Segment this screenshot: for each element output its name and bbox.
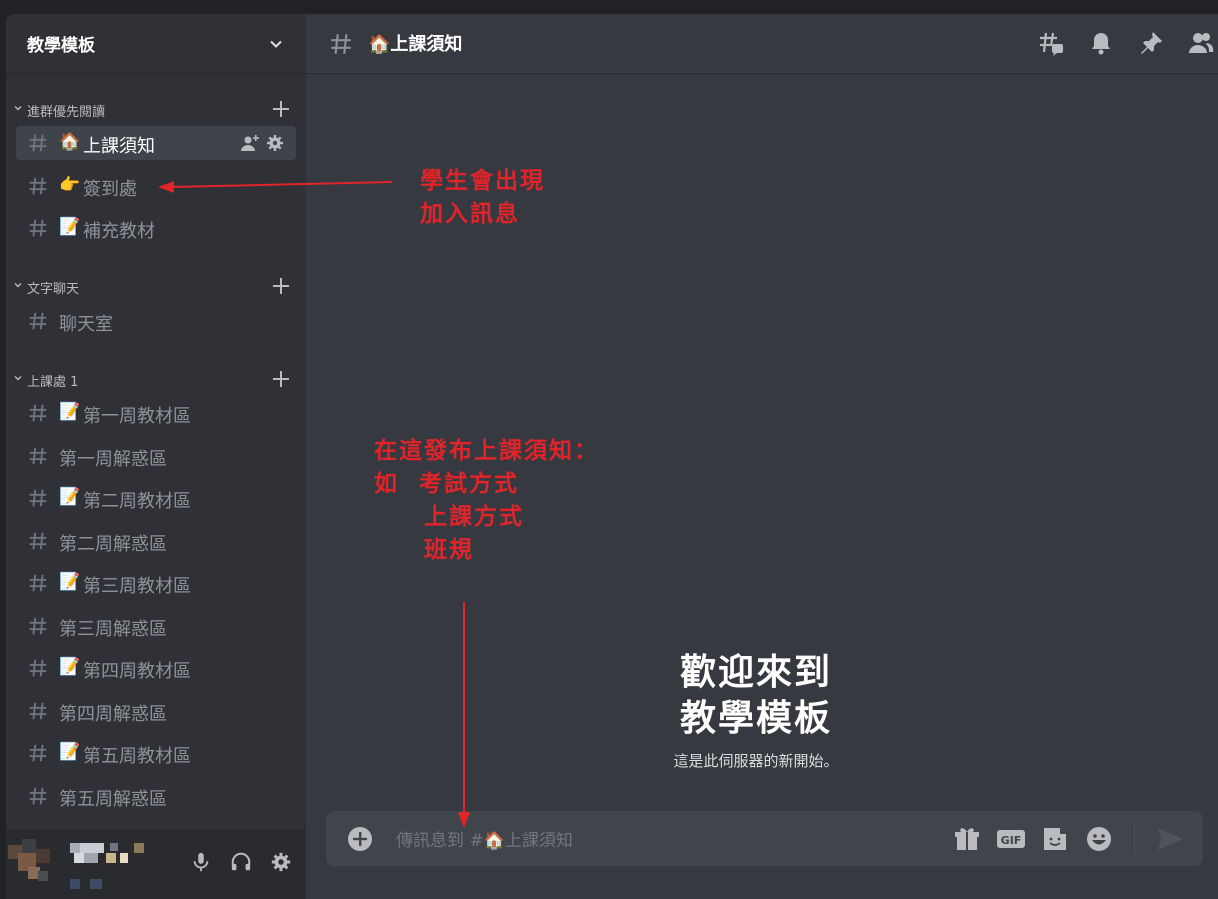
channel-emoji: 📝: [59, 657, 81, 677]
add-channel-icon[interactable]: [272, 370, 290, 388]
server-header[interactable]: 教學模板: [6, 14, 306, 74]
hash-icon: [29, 744, 47, 762]
category-header[interactable]: 進群優先閱讀: [6, 98, 306, 122]
pin-icon[interactable]: [1138, 30, 1164, 56]
channel-item[interactable]: 第二周解惑區: [16, 524, 296, 558]
channel-emoji: 📝: [59, 487, 81, 507]
channel-header: 🏠上課須知: [306, 14, 1218, 74]
channel-item[interactable]: 第四周解惑區: [16, 694, 296, 728]
welcome-block: 歡迎來到 教學模板 這是此伺服器的新開始。: [606, 650, 906, 771]
channel-item[interactable]: 👉 簽到處: [16, 169, 296, 203]
send-icon[interactable]: [1155, 824, 1185, 854]
hash-icon: [29, 219, 47, 237]
composer-divider: [1134, 823, 1135, 855]
microphone-icon[interactable]: [190, 851, 212, 873]
category-header[interactable]: 文字聊天: [6, 275, 306, 299]
threads-icon[interactable]: [1038, 30, 1064, 56]
message-input[interactable]: 傳訊息到 #🏠上課須知: [396, 826, 573, 851]
chevron-down-icon[interactable]: [268, 36, 284, 52]
channel-label: 上課須知: [83, 136, 155, 157]
hash-icon: [29, 617, 47, 635]
category-label: 進群優先閱讀: [27, 104, 106, 120]
channel-emoji: 👉: [59, 175, 81, 195]
gift-icon[interactable]: [952, 824, 982, 854]
sticker-icon[interactable]: [1040, 824, 1070, 854]
hash-icon: [29, 787, 47, 805]
hash-icon: [29, 574, 47, 592]
channel-item[interactable]: 第三周解惑區: [16, 609, 296, 643]
svg-text:GIF: GIF: [1001, 834, 1022, 847]
gear-icon[interactable]: [266, 134, 284, 152]
emoji-icon[interactable]: [1084, 824, 1114, 854]
signin-annotation: 學生會出現 加入訊息: [420, 167, 545, 227]
add-channel-icon[interactable]: [272, 277, 290, 295]
hash-icon: [29, 659, 47, 677]
channel-label: 第四周解惑區: [59, 704, 167, 725]
channel-label: 補充教材: [83, 221, 155, 242]
hash-icon: [29, 447, 47, 465]
hash-icon: [29, 489, 47, 507]
channel-item[interactable]: 📝 第二周教材區: [16, 481, 296, 515]
channel-item[interactable]: 📝 補充教材: [16, 211, 296, 245]
channel-label: 第五周教材區: [83, 746, 191, 767]
channel-item[interactable]: 聊天室: [16, 304, 296, 338]
channel-item[interactable]: 📝 第五周教材區: [16, 736, 296, 770]
chevron-down-icon[interactable]: [13, 373, 23, 383]
channel-label: 第三周解惑區: [59, 619, 167, 640]
hash-icon: [29, 702, 47, 720]
category-label: 上課處 1: [27, 374, 79, 390]
window-top-strip: [0, 0, 1218, 14]
channel-label: 第三周教材區: [83, 576, 191, 597]
chevron-down-icon[interactable]: [13, 103, 23, 113]
chevron-down-icon[interactable]: [13, 280, 23, 290]
channel-label: 第二周解惑區: [59, 534, 167, 555]
bell-icon[interactable]: [1088, 30, 1114, 56]
channel-item[interactable]: 🏠 上課須知: [16, 126, 296, 160]
hash-icon: [331, 34, 351, 54]
channel-emoji: 📝: [59, 742, 81, 762]
notice-annotation: 在這發布上課須知： 如 考試方式 上課方式 班規: [374, 437, 599, 563]
channel-item[interactable]: 📝 第三周教材區: [16, 566, 296, 600]
add-channel-icon[interactable]: [272, 100, 290, 118]
channel-label: 聊天室: [59, 314, 113, 335]
invite-user-icon[interactable]: [241, 134, 259, 152]
channel-emoji: 📝: [59, 572, 81, 592]
welcome-title-line2: 教學模板: [679, 698, 832, 739]
user-panel: [6, 829, 306, 899]
message-composer[interactable]: 傳訊息到 #🏠上課須知 GIF: [326, 811, 1203, 866]
channel-label: 簽到處: [83, 179, 137, 200]
blurred-avatar[interactable]: [8, 837, 153, 891]
hash-icon: [29, 404, 47, 422]
hash-icon: [29, 532, 47, 550]
hash-icon: [29, 312, 47, 330]
channel-item[interactable]: 📝 第四周教材區: [16, 651, 296, 685]
channel-label: 第五周解惑區: [59, 789, 167, 810]
settings-icon[interactable]: [270, 851, 292, 873]
server-name: 教學模板: [27, 36, 95, 56]
category-header[interactable]: 上課處 1: [6, 368, 306, 392]
channel-emoji: 📝: [59, 402, 81, 422]
hash-icon: [29, 134, 47, 152]
channel-emoji: 📝: [59, 217, 81, 237]
gif-icon[interactable]: GIF: [996, 824, 1026, 854]
channel-sidebar: 教學模板 進群優先閱讀 文字聊天 上課處 1 🏠 上課須知 👉 簽到處 📝 補充教材 聊天室 📝 第一…: [6, 14, 306, 899]
channel-item[interactable]: 📝 第一周教材區: [16, 396, 296, 430]
hash-icon: [29, 177, 47, 195]
channel-item[interactable]: 第五周解惑區: [16, 779, 296, 813]
members-icon[interactable]: [1188, 30, 1214, 56]
channel-emoji: 🏠: [59, 132, 81, 152]
channel-label: 第二周教材區: [83, 491, 191, 512]
channel-label: 第一周教材區: [83, 406, 191, 427]
channel-item[interactable]: 第一周解惑區: [16, 439, 296, 473]
channel-title: 🏠上課須知: [368, 34, 463, 55]
category-label: 文字聊天: [27, 281, 80, 297]
headphones-icon[interactable]: [230, 851, 252, 873]
welcome-title-line1: 歡迎來到: [679, 652, 832, 693]
add-attachment-icon[interactable]: [346, 825, 374, 853]
welcome-subtitle: 這是此伺服器的新開始。: [673, 752, 839, 770]
channel-label: 第四周教材區: [83, 661, 191, 682]
channel-label: 第一周解惑區: [59, 449, 167, 470]
